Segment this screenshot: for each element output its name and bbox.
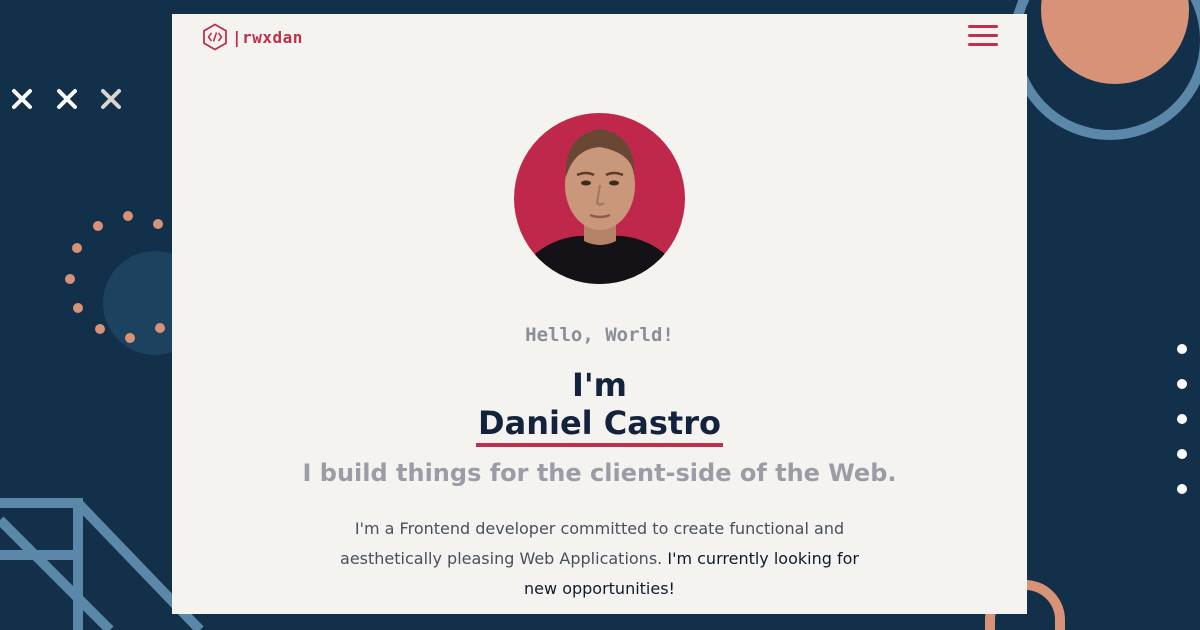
- hamburger-menu-icon[interactable]: [968, 25, 998, 47]
- x-marks-decoration: [12, 89, 121, 109]
- name-wrapper: Daniel Castro: [172, 404, 1027, 447]
- developer-name: Daniel Castro: [476, 404, 723, 447]
- greeting-text: Hello, World!: [525, 324, 674, 346]
- tagline: I build things for the client-side of th…: [302, 459, 897, 487]
- logo-text: |rwxdan: [232, 27, 303, 47]
- portfolio-card: |rwxdan Hello, World! I'm Daniel Castro …: [172, 14, 1027, 614]
- vertical-dots-decoration: [1177, 344, 1187, 494]
- peach-circle-decoration: [1041, 0, 1189, 84]
- code-hexagon-icon: [203, 23, 227, 51]
- intro-im: I'm: [571, 366, 628, 404]
- intro-paragraph: I'm a Frontend developer committed to cr…: [322, 514, 877, 604]
- avatar: [514, 113, 685, 284]
- profile-photo: [524, 129, 676, 284]
- geometric-frame-decoration: [0, 498, 204, 630]
- logo[interactable]: |rwxdan: [202, 23, 303, 51]
